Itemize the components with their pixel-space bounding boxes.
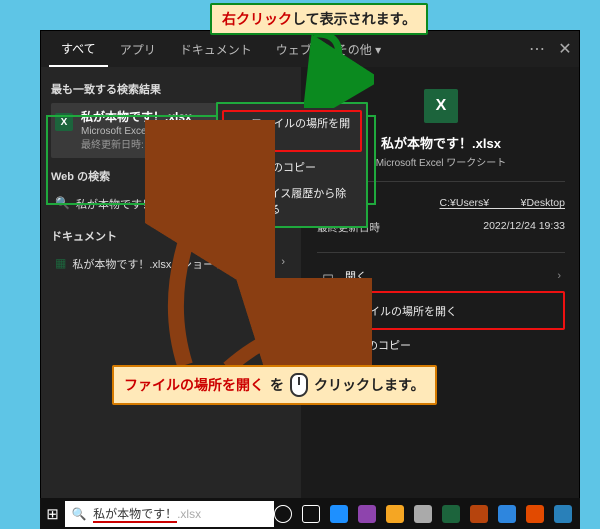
search-query-suggest: .xlsx xyxy=(177,507,201,521)
tray-icon[interactable] xyxy=(442,505,460,523)
callout-right-click-accent: 右クリック xyxy=(222,11,292,27)
callout2-tail: クリックします。 xyxy=(314,375,425,395)
chevron-right-icon: › xyxy=(557,270,561,282)
callout-click-open-location: ファイルの場所を開く を クリックします。 xyxy=(112,365,437,405)
start-button[interactable]: ⊞ xyxy=(40,498,65,529)
callout-right-click: 右クリックして表示されます。 xyxy=(210,3,428,35)
arrow-brown-to-action xyxy=(222,278,372,373)
detail-location-value[interactable]: C:¥Users¥ ¥Desktop xyxy=(389,195,565,210)
tab-docs[interactable]: ドキュメント xyxy=(168,33,264,66)
search-icon: 🔍 xyxy=(65,507,93,521)
tab-apps[interactable]: アプリ xyxy=(108,33,168,66)
search-query-match: 私が本物です！ xyxy=(93,507,177,523)
taskbar: ⊞ 🔍 私が本物です！.xlsx xyxy=(40,498,580,529)
detail-updated-value: 2022/12/24 19:33 xyxy=(389,220,565,235)
tray-icon[interactable] xyxy=(470,505,488,523)
tray-icon[interactable] xyxy=(274,505,292,523)
close-icon[interactable]: ✕ xyxy=(551,39,579,59)
best-match-header: 最も一致する検索結果 xyxy=(51,81,291,97)
tab-all[interactable]: すべて xyxy=(49,32,108,67)
tray-icon[interactable] xyxy=(330,505,348,523)
excel-small-icon: ▦ xyxy=(55,256,66,270)
search-icon: 🔍 xyxy=(55,196,70,210)
tray-icon[interactable] xyxy=(414,505,432,523)
callout2-accent: ファイルの場所を開く xyxy=(124,375,264,395)
detail-subtitle: Microsoft Excel ワークシート xyxy=(376,154,507,169)
more-icon[interactable]: ⋯ xyxy=(523,39,551,59)
detail-title: 私が本物です！.xlsx xyxy=(381,133,501,152)
taskbar-search-text: 私が本物です！.xlsx xyxy=(93,505,274,522)
chevron-right-icon: › xyxy=(281,256,285,268)
tray-icon[interactable] xyxy=(386,505,404,523)
tray-icon[interactable] xyxy=(302,505,320,523)
tray-icon[interactable] xyxy=(554,505,572,523)
arrow-green-to-context xyxy=(304,28,374,108)
panel-controls: ⋯ ✕ xyxy=(523,39,579,59)
excel-icon: X xyxy=(55,113,73,131)
callout-right-click-rest: して表示されます。 xyxy=(292,11,416,27)
divider xyxy=(317,252,565,253)
excel-icon-large: X xyxy=(424,89,458,123)
mouse-icon xyxy=(290,373,308,397)
callout2-mid: を xyxy=(270,375,284,395)
tray-icon[interactable] xyxy=(526,505,544,523)
taskbar-search[interactable]: 🔍 私が本物です！.xlsx xyxy=(65,501,274,527)
tray-icon[interactable] xyxy=(498,505,516,523)
taskbar-tray xyxy=(274,505,580,523)
tray-icon[interactable] xyxy=(358,505,376,523)
